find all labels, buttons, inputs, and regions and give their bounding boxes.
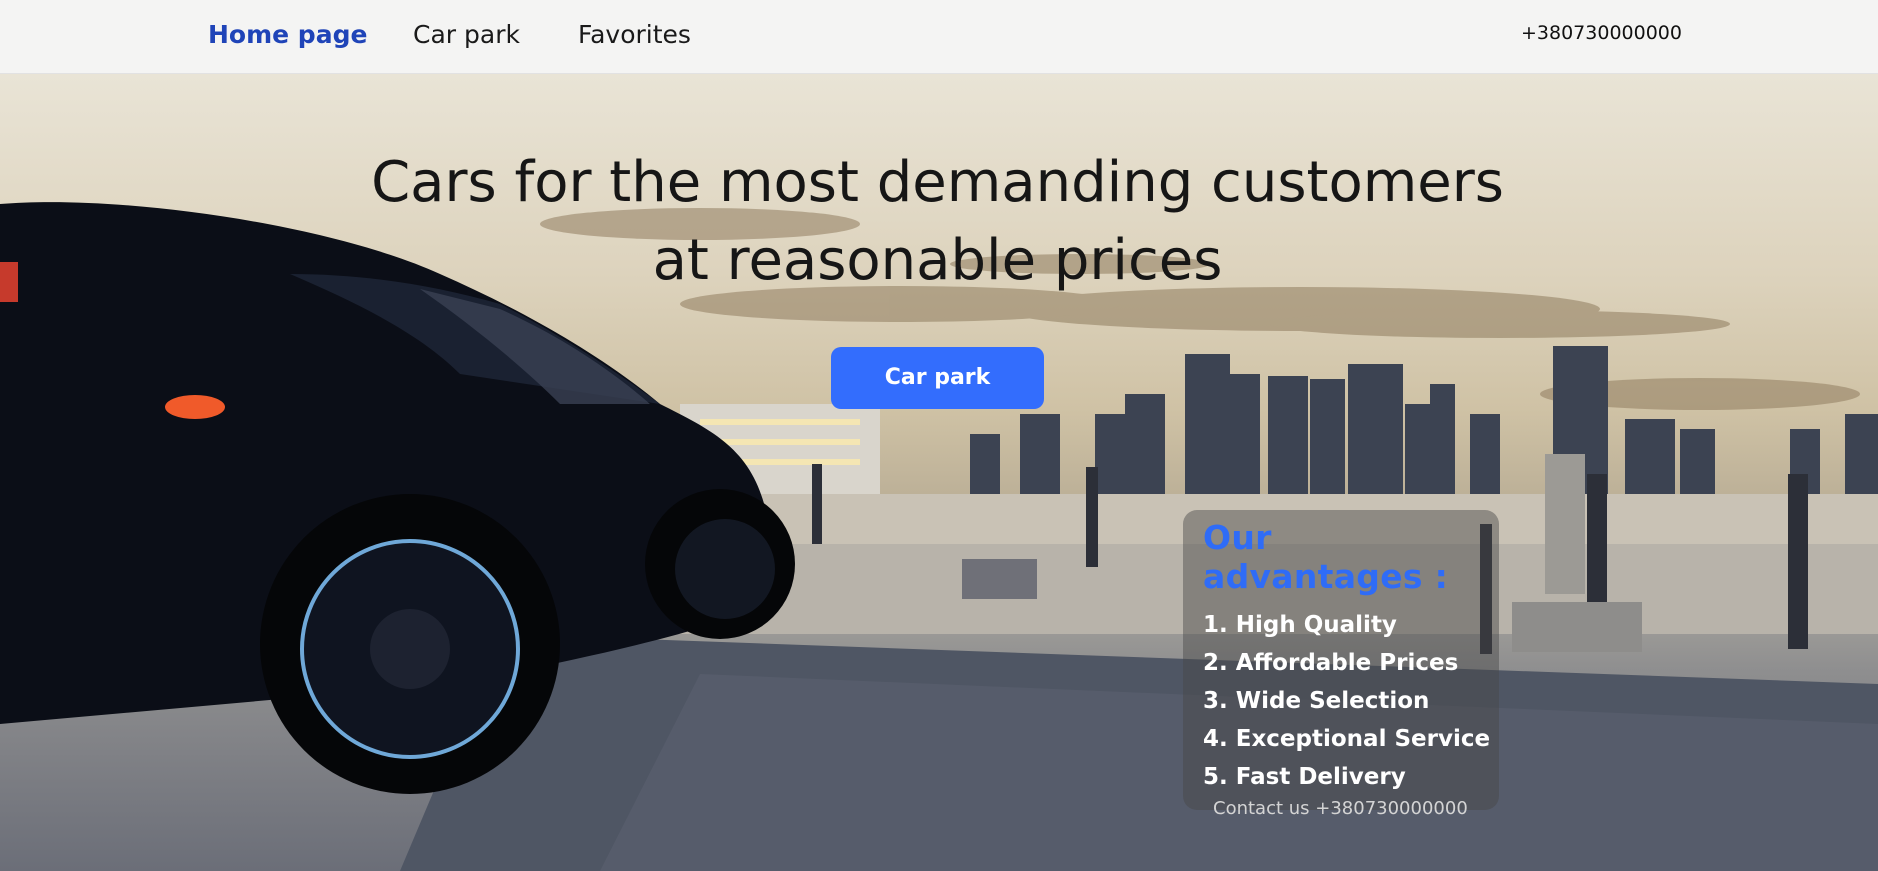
advantages-title: Our advantages : xyxy=(1203,518,1449,596)
nav-favorites[interactable]: Favorites xyxy=(578,20,691,49)
top-navbar: Home page Car park Favorites +3807300000… xyxy=(0,0,1878,74)
nav-home-page[interactable]: Home page xyxy=(208,20,367,49)
advantages-list: 1. High Quality 2. Affordable Prices 3. … xyxy=(1193,606,1491,796)
hero-headline: Cars for the most demanding customers at… xyxy=(300,144,1575,300)
hero-headline-line-2: at reasonable prices xyxy=(652,228,1223,293)
nav-car-park[interactable]: Car park xyxy=(413,20,520,49)
advantage-item: 1. High Quality xyxy=(1203,612,1397,638)
advantage-item: 4. Exceptional Service xyxy=(1203,726,1491,752)
advantages-contact: Contact us +380730000000 xyxy=(1213,798,1468,819)
advantage-item: 2. Affordable Prices xyxy=(1203,650,1459,676)
advantages-panel: Our advantages : 1. High Quality 2. Affo… xyxy=(1183,510,1499,819)
hero-headline-line-1: Cars for the most demanding customers xyxy=(371,150,1504,215)
header-phone-number[interactable]: +380730000000 xyxy=(1521,22,1682,44)
car-park-button[interactable]: Car park xyxy=(831,347,1044,409)
advantage-item: 5. Fast Delivery xyxy=(1203,764,1406,790)
hero-section: Cars for the most demanding customers at… xyxy=(0,74,1878,871)
advantage-item: 3. Wide Selection xyxy=(1203,688,1430,714)
